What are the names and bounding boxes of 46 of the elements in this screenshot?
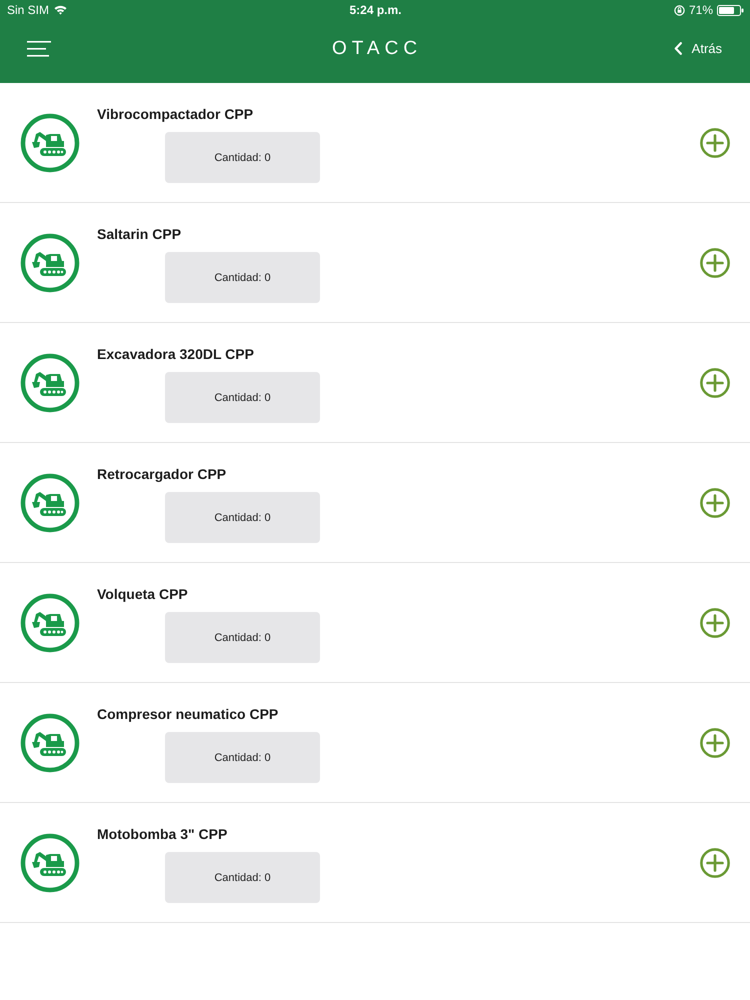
add-circle-icon xyxy=(700,488,730,518)
rotation-lock-icon xyxy=(674,4,685,16)
quantity-display: Cantidad: 0 xyxy=(165,492,320,543)
menu-icon xyxy=(27,40,51,56)
add-circle-icon xyxy=(700,368,730,398)
app-logo: OTACC xyxy=(330,39,422,58)
add-circle-icon xyxy=(700,128,730,158)
add-circle-icon xyxy=(700,248,730,278)
excavator-icon xyxy=(20,712,80,772)
status-time: 5:24 p.m. xyxy=(349,3,402,17)
equipment-name: Compresor neumatico CPP xyxy=(97,705,278,723)
quantity-display: Cantidad: 0 xyxy=(165,612,320,663)
add-circle-icon xyxy=(700,608,730,638)
equipment-name: Motobomba 3" CPP xyxy=(97,825,228,843)
equipment-name: Saltarin CPP xyxy=(97,225,182,243)
excavator-icon xyxy=(20,112,80,172)
add-button[interactable] xyxy=(700,368,730,398)
add-button[interactable] xyxy=(700,728,730,758)
quantity-display: Cantidad: 0 xyxy=(165,852,320,903)
battery-icon xyxy=(717,4,744,16)
add-button[interactable] xyxy=(700,488,730,518)
quantity-display: Cantidad: 0 xyxy=(165,372,320,423)
add-button[interactable] xyxy=(700,848,730,878)
equipment-name: Vibrocompactador CPP xyxy=(97,105,254,123)
battery-percent: 71% xyxy=(688,3,713,17)
add-button[interactable] xyxy=(700,128,730,158)
excavator-icon xyxy=(20,352,80,412)
equipment-name: Volqueta CPP xyxy=(97,585,188,603)
menu-button[interactable] xyxy=(27,40,51,56)
equipment-name: Excavadora 320DL CPP xyxy=(97,345,254,363)
excavator-icon xyxy=(20,832,80,892)
add-circle-icon xyxy=(700,848,730,878)
excavator-icon xyxy=(20,472,80,532)
quantity-display: Cantidad: 0 xyxy=(165,252,320,303)
excavator-icon xyxy=(20,232,80,292)
add-button[interactable] xyxy=(700,608,730,638)
equipment-name: Retrocargador CPP xyxy=(97,465,226,483)
wifi-icon xyxy=(54,5,68,15)
quantity-display: Cantidad: 0 xyxy=(165,132,320,183)
chevron-left-icon xyxy=(674,42,682,55)
carrier-label: Sin SIM xyxy=(7,3,50,17)
add-button[interactable] xyxy=(700,248,730,278)
quantity-display: Cantidad: 0 xyxy=(165,732,320,783)
excavator-icon xyxy=(20,592,80,652)
add-circle-icon xyxy=(700,728,730,758)
back-button[interactable]: Atrás xyxy=(674,41,722,56)
